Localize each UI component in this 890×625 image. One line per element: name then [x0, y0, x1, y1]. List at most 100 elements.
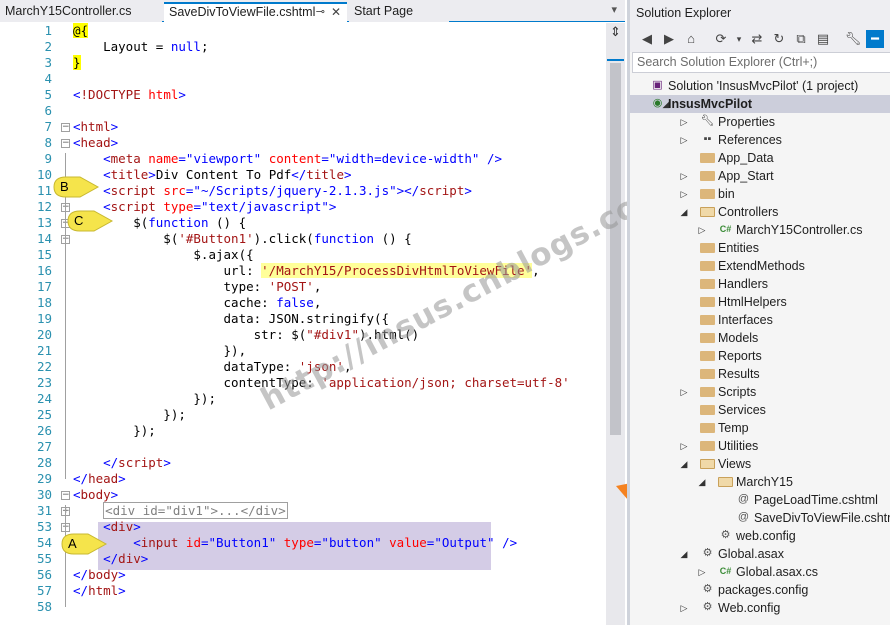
preview-selected-icon[interactable]: ━ [866, 30, 884, 48]
tree-item[interactable]: Results [630, 365, 890, 383]
tree-item[interactable]: ▷ Utilities [630, 437, 890, 455]
code-line[interactable]: 3} [0, 55, 608, 71]
tree-item[interactable]: ▷ bin [630, 185, 890, 203]
code-line[interactable]: 8− <head> [0, 135, 608, 151]
pin-icon[interactable]: ⊸ [316, 4, 325, 20]
tree-item[interactable]: @ SaveDivToViewFile.cshtml [630, 509, 890, 527]
code-line[interactable]: 57 </html> [0, 583, 608, 599]
code-line[interactable]: 26 }); [0, 423, 608, 439]
close-icon[interactable]: ✕ [331, 4, 341, 20]
collapsed-arrow-icon[interactable]: ▷ [678, 113, 690, 131]
tree-item[interactable]: Handlers [630, 275, 890, 293]
code-line[interactable]: 27 [0, 439, 608, 455]
tree-item[interactable]: ▷ Scripts [630, 383, 890, 401]
expanded-arrow-icon[interactable]: ◢ [678, 545, 690, 563]
code-line[interactable]: 30− <body> [0, 487, 608, 503]
code-line[interactable]: 25 }); [0, 407, 608, 423]
line-number: 57 [36, 583, 52, 598]
tab-start-page[interactable]: Start Page [349, 2, 449, 22]
tree-item[interactable]: ▷ C# MarchY15Controller.cs [630, 221, 890, 239]
collapsed-arrow-icon[interactable]: ▷ [678, 131, 690, 149]
collapsed-arrow-icon[interactable]: ▷ [678, 599, 690, 617]
tree-item[interactable]: Interfaces [630, 311, 890, 329]
code-line[interactable]: 56 </body> [0, 567, 608, 583]
code-line[interactable]: 14− $('#Button1').click(function () { [0, 231, 608, 247]
line-number: 29 [36, 471, 52, 486]
code-editor[interactable]: MarchY15Controller.cs SaveDivToViewFile.… [0, 0, 674, 625]
code-line[interactable]: 28 </script> [0, 455, 608, 471]
forward-icon[interactable]: ▶ [660, 30, 678, 48]
collapsed-arrow-icon[interactable]: ▷ [678, 437, 690, 455]
tree-item[interactable]: ◢ ◉ InsusMvcPilot [630, 95, 890, 113]
solution-tree[interactable]: ▣ Solution 'InsusMvcPilot' (1 project) ◢ ◉ I… [630, 77, 890, 625]
tree-item[interactable]: HtmlHelpers [630, 293, 890, 311]
tree-item[interactable]: ▷ App_Start [630, 167, 890, 185]
tree-item[interactable]: App_Data [630, 149, 890, 167]
sync-icon[interactable]: ⇄ [748, 30, 766, 48]
code-line[interactable]: 4 [0, 71, 608, 87]
collapsed-arrow-icon[interactable]: ▷ [696, 221, 708, 239]
collapsed-arrow-icon[interactable]: ▷ [696, 563, 708, 581]
solution-search-input[interactable]: Search Solution Explorer (Ctrl+;) [632, 52, 890, 73]
tree-item[interactable]: Services [630, 401, 890, 419]
vertical-scrollbar[interactable]: ⇕ [606, 23, 625, 625]
chevron-down-icon[interactable]: ▾ [730, 30, 748, 48]
code-line[interactable]: 29 </head> [0, 471, 608, 487]
scrollbar-thumb[interactable] [610, 63, 621, 435]
pending-changes-icon[interactable]: ⟳ [712, 30, 730, 48]
tree-item[interactable]: ▷ C# Global.asax.cs [630, 563, 890, 581]
home-icon[interactable]: ⌂ [682, 30, 700, 48]
properties-wrench-icon[interactable]: 🔧︎ [844, 30, 862, 48]
code-line[interactable]: 5 <!DOCTYPE html> [0, 87, 608, 103]
tree-item[interactable]: ◢ Controllers [630, 203, 890, 221]
collapse-all-icon[interactable]: ⧉ [792, 30, 810, 48]
collapsed-arrow-icon[interactable]: ▷ [678, 185, 690, 203]
tree-item[interactable]: ◢ ⚙ Global.asax [630, 545, 890, 563]
code-line[interactable]: 58 [0, 599, 608, 615]
collapsed-arrow-icon[interactable]: ▷ [678, 167, 690, 185]
tab-marchy15-controller[interactable]: MarchY15Controller.cs [0, 2, 162, 22]
code-line[interactable]: 18 cache: false, [0, 295, 608, 311]
chevron-down-icon[interactable]: ▾ [611, 3, 617, 16]
code-line[interactable]: 21 }), [0, 343, 608, 359]
split-editor-icon[interactable]: ⇕ [609, 25, 622, 39]
tree-item[interactable]: Models [630, 329, 890, 347]
expanded-arrow-icon[interactable]: ◢ [696, 473, 708, 491]
code-line[interactable]: 20 str: $("#div1").html() [0, 327, 608, 343]
collapse-icon[interactable]: − [61, 139, 70, 148]
folder-icon [700, 405, 715, 415]
refresh-icon[interactable]: ↻ [770, 30, 788, 48]
code-text: </script> [103, 455, 171, 470]
collapse-icon[interactable]: − [61, 491, 70, 500]
tree-item[interactable]: ▷ ▪▪ References [630, 131, 890, 149]
tree-item[interactable]: ◢ Views [630, 455, 890, 473]
tree-item[interactable]: ◢ MarchY15 [630, 473, 890, 491]
tree-item[interactable]: Entities [630, 239, 890, 257]
code-line[interactable]: 31+ <div id="div1">...</div> [0, 502, 608, 519]
tree-item-label: web.config [736, 529, 796, 543]
back-icon[interactable]: ◀ [638, 30, 656, 48]
tree-item[interactable]: ⚙ packages.config [630, 581, 890, 599]
expanded-arrow-icon[interactable]: ◢ [678, 455, 690, 473]
code-line[interactable]: 19 data: JSON.stringify({ [0, 311, 608, 327]
code-line[interactable]: 1 @{ [0, 23, 608, 39]
tree-item[interactable]: ExtendMethods [630, 257, 890, 275]
tree-item[interactable]: @ PageLoadTime.cshtml [630, 491, 890, 509]
code-line[interactable]: 7− <html> [0, 119, 608, 135]
code-text: <div id="div1">...</div> [103, 502, 288, 519]
show-all-files-icon[interactable]: ▤ [814, 30, 832, 48]
code-line[interactable]: 2 Layout = null; [0, 39, 608, 55]
code-line[interactable]: 6 [0, 103, 608, 119]
tree-item[interactable]: Reports [630, 347, 890, 365]
line-number: 5 [44, 87, 52, 102]
code-line[interactable]: 9 <meta name="viewport" content="width=d… [0, 151, 608, 167]
tree-item[interactable]: ▣ Solution 'InsusMvcPilot' (1 project) [630, 77, 890, 95]
tree-item[interactable]: ▷ 🔧︎ Properties [630, 113, 890, 131]
collapsed-arrow-icon[interactable]: ▷ [678, 383, 690, 401]
collapse-icon[interactable]: − [61, 123, 70, 132]
tree-item[interactable]: ⚙ web.config [630, 527, 890, 545]
tab-save-div-to-view-file[interactable]: SaveDivToViewFile.cshtml ⊸ ✕ [164, 2, 347, 22]
tree-item[interactable]: Temp [630, 419, 890, 437]
tree-item[interactable]: ▷ ⚙ Web.config [630, 599, 890, 617]
expanded-arrow-icon[interactable]: ◢ [678, 203, 690, 221]
